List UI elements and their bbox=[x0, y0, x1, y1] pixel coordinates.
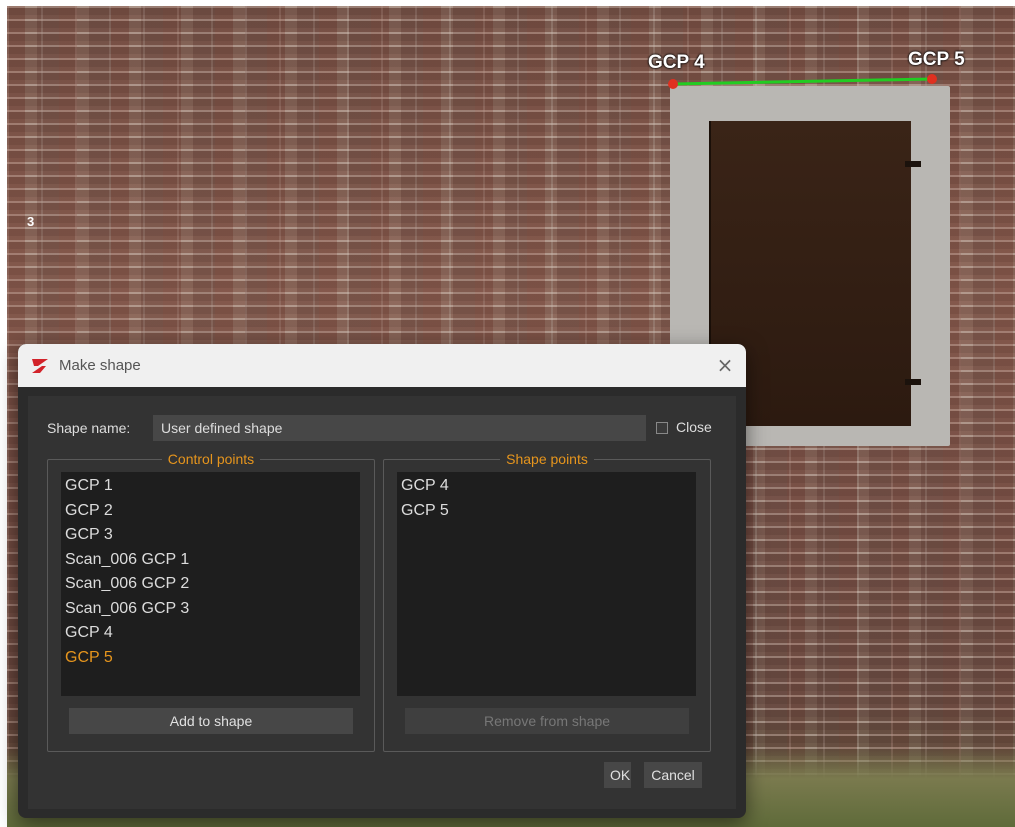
gcp-5-label: GCP 5 bbox=[908, 49, 965, 70]
list-item[interactable]: GCP 4 bbox=[61, 621, 360, 646]
dialog-body: Shape name: Close Control points GCP 1GC… bbox=[28, 396, 736, 809]
add-to-shape-button[interactable]: Add to shape bbox=[69, 708, 353, 734]
dialog-titlebar[interactable]: Make shape × bbox=[18, 344, 746, 387]
list-item[interactable]: GCP 2 bbox=[61, 499, 360, 524]
list-item[interactable]: Scan_006 GCP 2 bbox=[61, 572, 360, 597]
close-icon[interactable]: × bbox=[714, 354, 736, 376]
gcp-5-marker[interactable] bbox=[927, 74, 937, 84]
make-shape-dialog: Make shape × Shape name: Close Control p… bbox=[18, 344, 746, 818]
control-points-title: Control points bbox=[161, 451, 261, 467]
shape-points-group: Shape points GCP 4 GCP 5 Remove from shap… bbox=[383, 451, 711, 752]
list-item[interactable]: GCP 1 bbox=[61, 474, 360, 499]
app-logo-icon bbox=[32, 359, 48, 373]
list-item[interactable]: GCP 5 bbox=[61, 646, 360, 671]
list-item[interactable]: GCP 3 bbox=[61, 523, 360, 548]
gcp-4-label: GCP 4 bbox=[648, 52, 705, 73]
shape-points-list[interactable]: GCP 4 GCP 5 bbox=[397, 472, 696, 696]
control-points-group: Control points GCP 1 GCP 2 GCP 3 Scan_006 G… bbox=[47, 451, 375, 752]
cancel-button[interactable]: Cancel bbox=[644, 762, 702, 788]
list-item[interactable]: GCP 4 bbox=[397, 474, 696, 499]
control-points-list[interactable]: GCP 1 GCP 2 GCP 3 Scan_006 GCP 1 Scan_006 GC… bbox=[61, 472, 360, 696]
shape-name-input[interactable] bbox=[153, 415, 646, 441]
ok-button[interactable]: OK bbox=[604, 762, 631, 788]
shape-points-title: Shape points bbox=[500, 451, 594, 467]
close-checkbox-label[interactable]: Close bbox=[676, 419, 712, 435]
list-item[interactable]: Scan_006 GCP 1 bbox=[61, 548, 360, 573]
close-checkbox[interactable] bbox=[656, 422, 668, 434]
dialog-title: Make shape bbox=[59, 357, 141, 374]
shape-segment bbox=[672, 77, 933, 86]
list-item[interactable]: Scan_006 GCP 3 bbox=[61, 597, 360, 622]
remove-from-shape-button[interactable]: Remove from shape bbox=[405, 708, 689, 734]
gcp-4-marker[interactable] bbox=[668, 79, 678, 89]
list-item[interactable]: GCP 5 bbox=[397, 499, 696, 524]
shape-name-label: Shape name: bbox=[47, 420, 131, 436]
